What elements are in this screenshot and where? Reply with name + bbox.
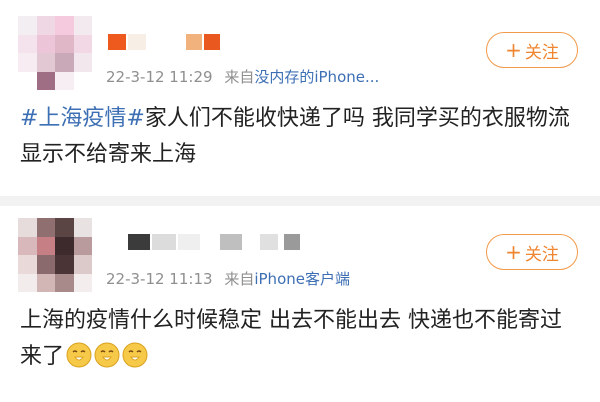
post-date: 22-3-12 11:29 [106,68,213,86]
post-text: 上海的疫情什么时候稳定 出去不能出去 快递也不能寄过来了 [20,303,580,375]
avatar[interactable] [18,218,92,292]
post-text: #上海疫情#家人们不能收快递了吗 我同学买的衣服物流显示不给寄来上海 [20,101,580,173]
source-prefix: 来自 [224,68,255,86]
avatar[interactable] [18,16,92,90]
source-link[interactable]: 没内存的iPhone... [254,68,379,86]
plus-icon: + [505,240,522,264]
praying-face-emoji [66,342,92,368]
source-link[interactable]: iPhone客户端 [254,270,350,288]
post-date: 22-3-12 11:13 [106,270,213,288]
username-blurred[interactable] [108,34,228,50]
praying-face-emoji [122,342,148,368]
plus-icon: + [505,38,522,62]
post-card: 22-3-12 11:13 来自iPhone客户端 + 关注 上海的疫情什么时候… [0,206,600,402]
follow-button[interactable]: + 关注 [486,32,578,68]
source-prefix: 来自 [224,270,255,288]
follow-label: 关注 [524,42,559,63]
post-meta: 22-3-12 11:13 来自iPhone客户端 [106,268,350,289]
hashtag-link[interactable]: #上海疫情# [20,106,145,131]
post-divider [0,196,600,206]
follow-button[interactable]: + 关注 [486,234,578,270]
follow-label: 关注 [524,244,559,265]
praying-face-emoji [94,342,120,368]
post-meta: 22-3-12 11:29 来自没内存的iPhone... [106,66,379,87]
username-blurred[interactable] [128,234,308,250]
post-card: 22-3-12 11:29 来自没内存的iPhone... + 关注 #上海疫情… [0,0,600,196]
